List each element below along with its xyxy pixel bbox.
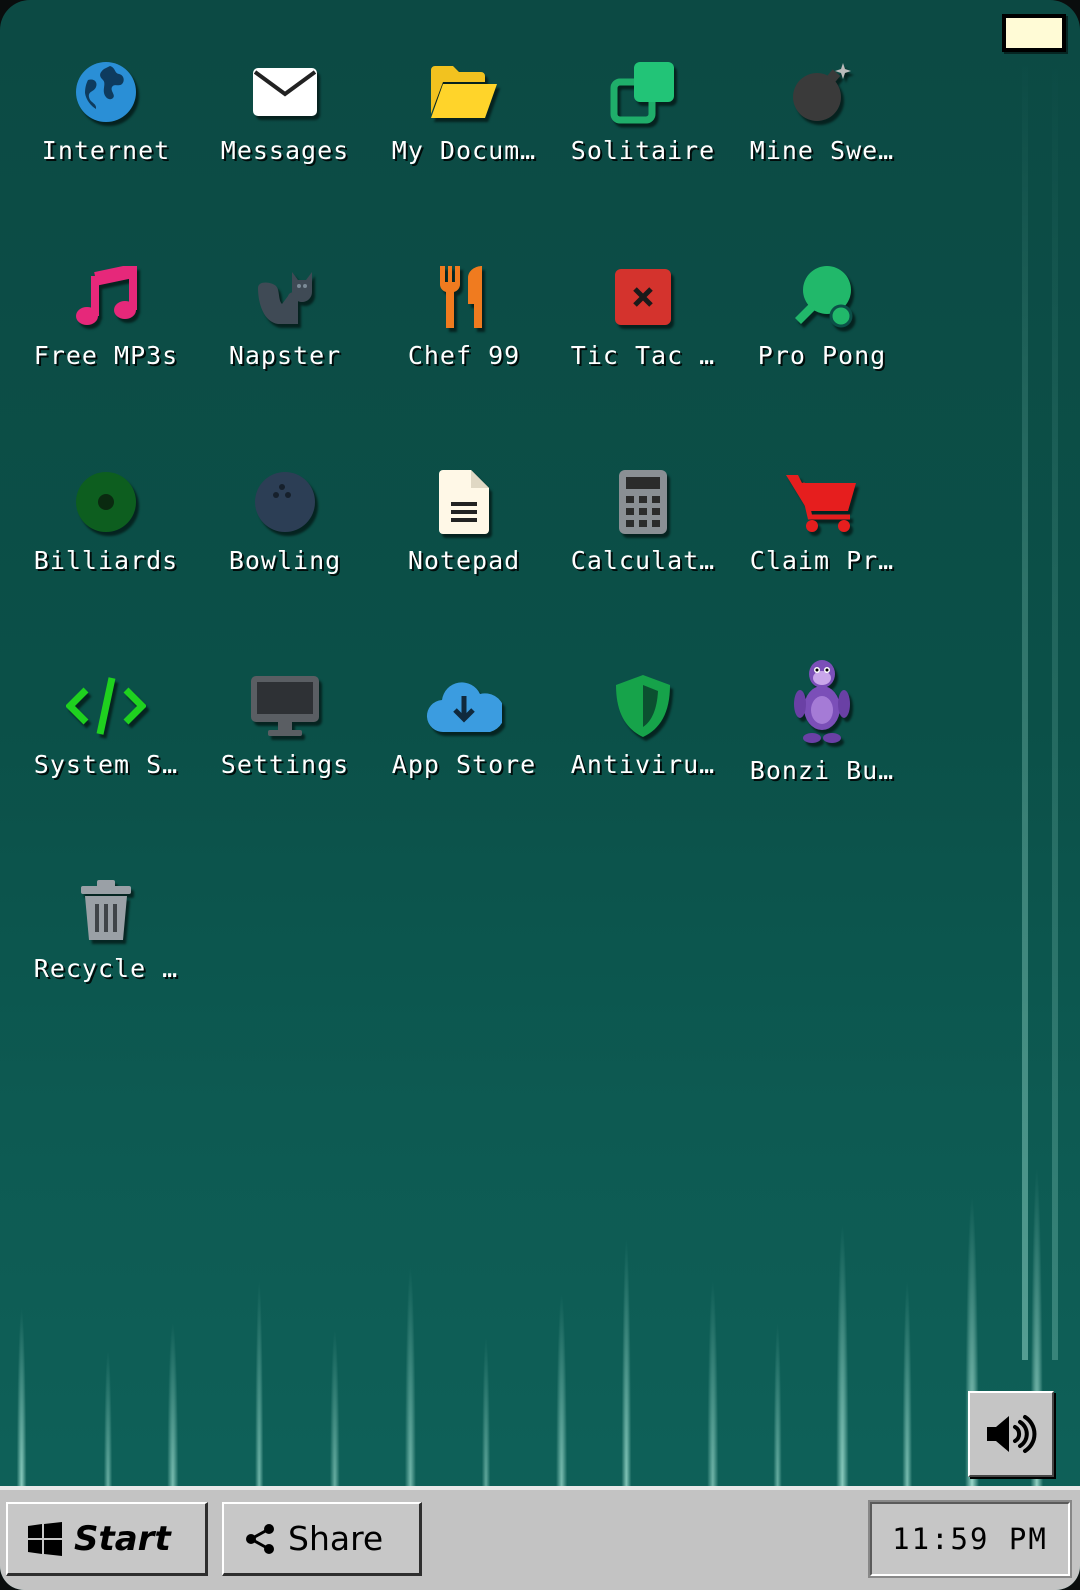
- notification-box[interactable]: [1002, 14, 1066, 52]
- shopping-cart-icon: [782, 462, 862, 542]
- icon-label: Messages: [220, 136, 350, 165]
- desktop-icon-solitaire[interactable]: Solitaire: [553, 52, 733, 202]
- folder-icon: [424, 52, 504, 132]
- speaker-icon: [987, 1415, 1037, 1453]
- bomb-icon: [782, 52, 862, 132]
- clock: 11:59 PM: [868, 1500, 1072, 1578]
- desktop-icon-bonzi-buddy[interactable]: Bonzi Bu…: [732, 656, 912, 806]
- monitor-icon: [245, 666, 325, 746]
- windows-logo-icon: [28, 1521, 62, 1556]
- desktop-icon-recycle-bin[interactable]: Recycle …: [16, 870, 196, 1020]
- code-icon: [66, 666, 146, 746]
- icon-label: Tic Tac …: [570, 341, 716, 370]
- icon-label: Calculat…: [570, 546, 716, 575]
- icon-label: Mine Swe…: [749, 136, 895, 165]
- icon-label: System S…: [33, 750, 179, 779]
- cat-icon: [245, 257, 325, 337]
- icon-label: App Store: [391, 750, 537, 779]
- desktop-icon-calculator[interactable]: Calculat…: [553, 462, 733, 612]
- shield-icon: [603, 666, 683, 746]
- desktop-icon-app-store[interactable]: App Store: [374, 666, 554, 816]
- purple-gorilla-icon: [782, 656, 862, 746]
- desktop-icon-claim-prize[interactable]: Claim Pr…: [732, 462, 912, 612]
- trash-icon: [66, 870, 146, 950]
- desktop-icon-billiards[interactable]: Billiards: [16, 462, 196, 612]
- start-button[interactable]: Start: [6, 1502, 208, 1576]
- utensils-icon: [424, 257, 504, 337]
- desktop-icon-internet[interactable]: Internet: [16, 52, 196, 202]
- background-streaks: [0, 970, 1080, 1490]
- globe-icon: [66, 52, 146, 132]
- desktop-icon-settings[interactable]: Settings: [195, 666, 375, 816]
- icon-label: Free MP3s: [33, 341, 179, 370]
- desktop-icon-tic-tac-toe[interactable]: Tic Tac …: [553, 257, 733, 407]
- x-square-icon: [603, 257, 683, 337]
- icon-label: Internet: [41, 136, 171, 165]
- desktop-icon-notepad[interactable]: Notepad: [374, 462, 554, 612]
- calculator-icon: [603, 462, 683, 542]
- desktop-icon-antivirus[interactable]: Antiviru…: [553, 666, 733, 816]
- desktop-icon-napster[interactable]: Napster: [195, 257, 375, 407]
- share-button[interactable]: Share: [222, 1502, 422, 1576]
- music-note-icon: [66, 257, 146, 337]
- desktop-icon-system-settings[interactable]: System S…: [16, 666, 196, 816]
- light-streak: [1052, 60, 1058, 1360]
- billiard-ball-icon: [66, 462, 146, 542]
- taskbar: Start Share 11:59 PM: [0, 1486, 1080, 1590]
- icon-label: Settings: [220, 750, 350, 779]
- icon-label: Chef 99: [407, 341, 521, 370]
- desktop-icon-free-mp3s[interactable]: Free MP3s: [16, 257, 196, 407]
- desktop-icon-my-documents[interactable]: My Docum…: [374, 52, 554, 202]
- icon-label: Billiards: [33, 546, 179, 575]
- desktop-icon-bowling[interactable]: Bowling: [195, 462, 375, 612]
- icon-label: My Docum…: [391, 136, 537, 165]
- desktop-icon-mine-sweeper[interactable]: Mine Swe…: [732, 52, 912, 202]
- share-icon: [246, 1523, 274, 1554]
- icon-label: Bowling: [228, 546, 342, 575]
- icon-label: Recycle …: [33, 954, 179, 983]
- envelope-icon: [245, 52, 325, 132]
- icon-label: Solitaire: [570, 136, 716, 165]
- cloud-download-icon: [424, 666, 504, 746]
- icon-label: Notepad: [407, 546, 521, 575]
- desktop-icon-pro-pong[interactable]: Pro Pong: [732, 257, 912, 407]
- volume-button[interactable]: [968, 1391, 1054, 1477]
- start-label: Start: [74, 1518, 171, 1559]
- icon-label: Claim Pr…: [749, 546, 895, 575]
- ping-pong-icon: [782, 257, 862, 337]
- icon-label: Bonzi Bu…: [749, 756, 895, 785]
- icon-label: Antiviru…: [570, 750, 716, 779]
- bowling-ball-icon: [245, 462, 325, 542]
- desktop-icon-messages[interactable]: Messages: [195, 52, 375, 202]
- icon-label: Napster: [228, 341, 342, 370]
- desktop: Internet Messages My Docum… Solitaire Mi…: [0, 0, 1080, 1590]
- document-icon: [424, 462, 504, 542]
- light-streak: [1022, 60, 1028, 1360]
- share-label: Share: [288, 1519, 384, 1558]
- desktop-icon-chef-99[interactable]: Chef 99: [374, 257, 554, 407]
- icon-label: Pro Pong: [757, 341, 887, 370]
- cards-icon: [603, 52, 683, 132]
